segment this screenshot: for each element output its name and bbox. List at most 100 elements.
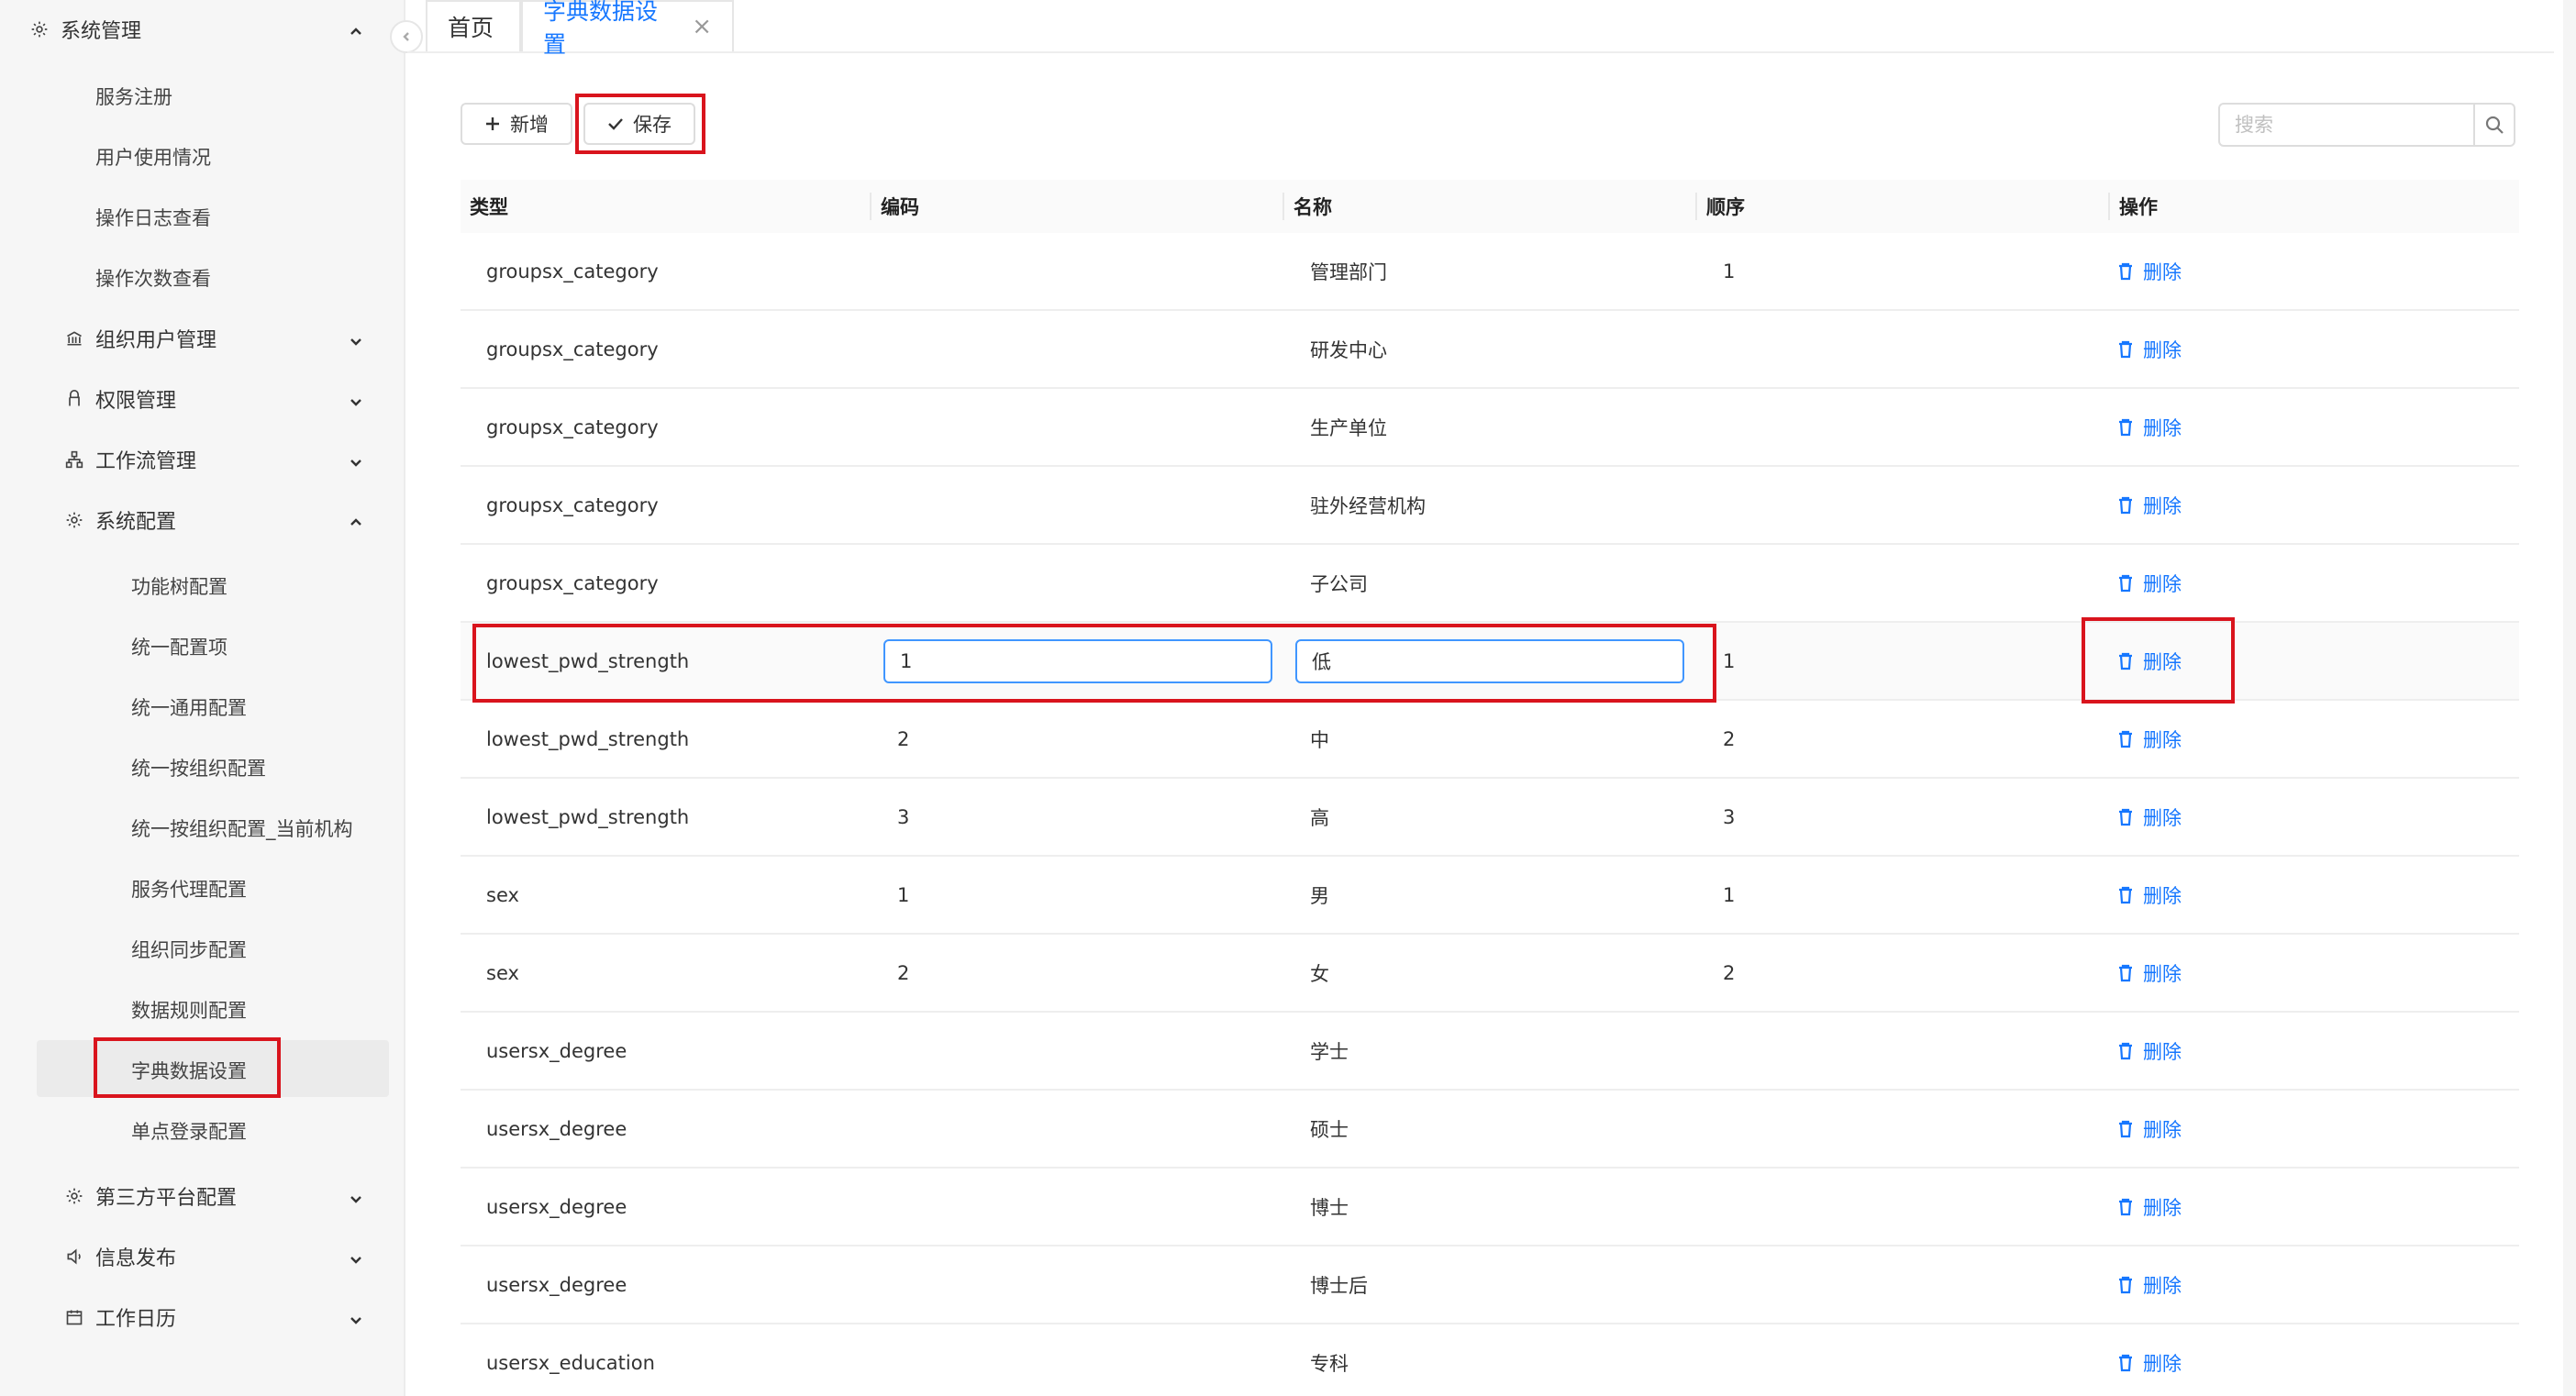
- delete-button[interactable]: 删除: [2117, 1091, 2182, 1168]
- delete-button[interactable]: 删除: [2117, 857, 2182, 934]
- sidebar-item-service-register[interactable]: 服务注册: [95, 69, 172, 124]
- lock-icon: [64, 389, 84, 409]
- sidebar-item-data-rule[interactable]: 数据规则配置: [131, 982, 247, 1037]
- sidebar-item-system-mgmt[interactable]: 系统管理: [0, 2, 405, 57]
- column-header-name: 名称: [1294, 196, 1332, 218]
- delete-button[interactable]: 删除: [2117, 1246, 2182, 1324]
- sidebar-item-user-usage[interactable]: 用户使用情况: [95, 129, 211, 184]
- cell-name: 硕士: [1310, 1119, 1349, 1141]
- scrollbar[interactable]: [2563, 0, 2576, 1396]
- cell-order: 2: [1723, 728, 1736, 750]
- sidebar-item-unified-item[interactable]: 统一配置项: [131, 619, 228, 674]
- search-button[interactable]: [2473, 105, 2514, 145]
- table-row[interactable]: groupsx_category 管理部门 1 删除: [461, 233, 2519, 311]
- sidebar-item-func-tree[interactable]: 功能树配置: [131, 559, 228, 614]
- table-row[interactable]: lowest_pwd_strength 2 中 2 删除: [461, 701, 2519, 779]
- cell-order: 1: [1723, 884, 1736, 906]
- delete-button[interactable]: 删除: [2117, 1169, 2182, 1246]
- cell-type: groupsx_category: [486, 416, 659, 438]
- tab-label: 字典数据设置: [543, 0, 659, 58]
- delete-button[interactable]: 删除: [2117, 1013, 2182, 1090]
- delete-label: 删除: [2143, 885, 2182, 907]
- sidebar-item-label: 权限管理: [95, 390, 177, 413]
- tab-label: 首页: [448, 15, 494, 41]
- delete-button[interactable]: 删除: [2117, 701, 2182, 778]
- delete-button[interactable]: 删除: [2117, 233, 2182, 310]
- delete-button[interactable]: 删除: [2117, 545, 2182, 622]
- sidebar-item-unified-org-current[interactable]: 统一按组织配置_当前机构: [131, 801, 353, 856]
- sidebar-item-label: 系统配置: [95, 511, 177, 534]
- table-row[interactable]: usersx_degree 学士 删除: [461, 1013, 2519, 1091]
- sidebar-item-op-count[interactable]: 操作次数查看: [95, 250, 211, 305]
- delete-button[interactable]: 删除: [2117, 467, 2182, 544]
- cell-name: 研发中心: [1310, 339, 1387, 361]
- table-row[interactable]: groupsx_category 生产单位 删除: [461, 389, 2519, 467]
- table-row[interactable]: groupsx_category 子公司 删除: [461, 545, 2519, 623]
- cell-name: 专科: [1310, 1353, 1349, 1375]
- trash-icon: [2117, 808, 2143, 826]
- table-row[interactable]: usersx_degree 硕士 删除: [461, 1091, 2519, 1169]
- trash-icon: [2117, 886, 2143, 904]
- sidebar: 系统管理 服务注册 用户使用情况 操作日志查看 操作次数查看 组织用户管理 权限…: [0, 0, 405, 1396]
- table-row[interactable]: usersx_education 专科 删除: [461, 1324, 2519, 1396]
- table-row[interactable]: lowest_pwd_strength 3 高 3 删除: [461, 779, 2519, 857]
- table-row[interactable]: groupsx_category 驻外经营机构 删除: [461, 467, 2519, 545]
- trash-icon: [2117, 418, 2143, 437]
- delete-label: 删除: [2143, 807, 2182, 829]
- trash-icon: [2117, 262, 2143, 281]
- sidebar-item-op-log[interactable]: 操作日志查看: [95, 190, 211, 245]
- trash-icon: [2117, 964, 2143, 982]
- close-icon[interactable]: ×: [692, 13, 712, 40]
- sidebar-item-info-publish[interactable]: 信息发布: [0, 1229, 405, 1284]
- sidebar-item-unified-general[interactable]: 统一通用配置: [131, 680, 247, 735]
- delete-label: 删除: [2143, 261, 2182, 283]
- sidebar-item-org-user-mgmt[interactable]: 组织用户管理: [0, 311, 405, 366]
- cell-name: 高: [1310, 807, 1329, 829]
- bank-icon: [64, 328, 84, 349]
- delete-label: 删除: [2143, 651, 2182, 673]
- tab-dict-data[interactable]: 字典数据设置 ×: [521, 0, 734, 58]
- sidebar-item-org-sync[interactable]: 组织同步配置: [131, 922, 247, 977]
- sidebar-item-unified-org[interactable]: 统一按组织配置: [131, 740, 266, 795]
- delete-button[interactable]: 删除: [2117, 389, 2182, 466]
- delete-button[interactable]: 删除: [2117, 1324, 2182, 1396]
- column-header-type: 类型: [470, 196, 508, 218]
- gear-icon: [29, 19, 50, 39]
- add-button[interactable]: 新增: [461, 103, 572, 145]
- delete-label: 删除: [2143, 1353, 2182, 1375]
- delete-button[interactable]: 删除: [2117, 779, 2182, 856]
- table-row[interactable]: sex 1 男 1 删除: [461, 857, 2519, 935]
- cell-name: 男: [1310, 885, 1329, 907]
- table-row[interactable]: usersx_degree 博士后 删除: [461, 1246, 2519, 1324]
- delete-button[interactable]: 删除: [2117, 311, 2182, 388]
- cell-type: groupsx_category: [486, 572, 659, 594]
- delete-label: 删除: [2143, 573, 2182, 595]
- cell-name: 博士: [1310, 1197, 1349, 1219]
- delete-button[interactable]: 删除: [2117, 935, 2182, 1012]
- tab-bar: 首页 字典数据设置 ×: [407, 0, 2554, 58]
- sidebar-item-sso[interactable]: 单点登录配置: [131, 1103, 247, 1158]
- sidebar-item-workflow-mgmt[interactable]: 工作流管理: [0, 432, 405, 487]
- sidebar-item-sys-config[interactable]: 系统配置: [0, 493, 405, 548]
- delete-label: 删除: [2143, 1197, 2182, 1219]
- table-row[interactable]: usersx_degree 博士 删除: [461, 1169, 2519, 1246]
- cell-type: usersx_degree: [486, 1040, 627, 1062]
- sidebar-item-work-calendar[interactable]: 工作日历: [0, 1290, 405, 1345]
- search-input[interactable]: [2220, 105, 2473, 145]
- sidebar-item-service-proxy[interactable]: 服务代理配置: [131, 861, 247, 916]
- sidebar-item-label: 信息发布: [95, 1247, 177, 1270]
- plus-icon: [484, 116, 510, 132]
- save-button[interactable]: 保存: [583, 103, 695, 145]
- tab-home[interactable]: 首页: [426, 0, 521, 51]
- sidebar-item-dict-data[interactable]: 字典数据设置: [131, 1043, 247, 1098]
- sidebar-item-label: 工作日历: [95, 1308, 177, 1331]
- calendar-icon: [64, 1307, 84, 1327]
- sidebar-item-third-party[interactable]: 第三方平台配置: [0, 1169, 405, 1224]
- table-row[interactable]: lowest_pwd_strength 1 删除: [461, 623, 2519, 701]
- table-row[interactable]: sex 2 女 2 删除: [461, 935, 2519, 1013]
- code-input[interactable]: [883, 639, 1272, 683]
- name-input[interactable]: [1295, 639, 1684, 683]
- delete-button[interactable]: 删除: [2117, 623, 2182, 700]
- table-row[interactable]: groupsx_category 研发中心 删除: [461, 311, 2519, 389]
- sidebar-item-perm-mgmt[interactable]: 权限管理: [0, 371, 405, 427]
